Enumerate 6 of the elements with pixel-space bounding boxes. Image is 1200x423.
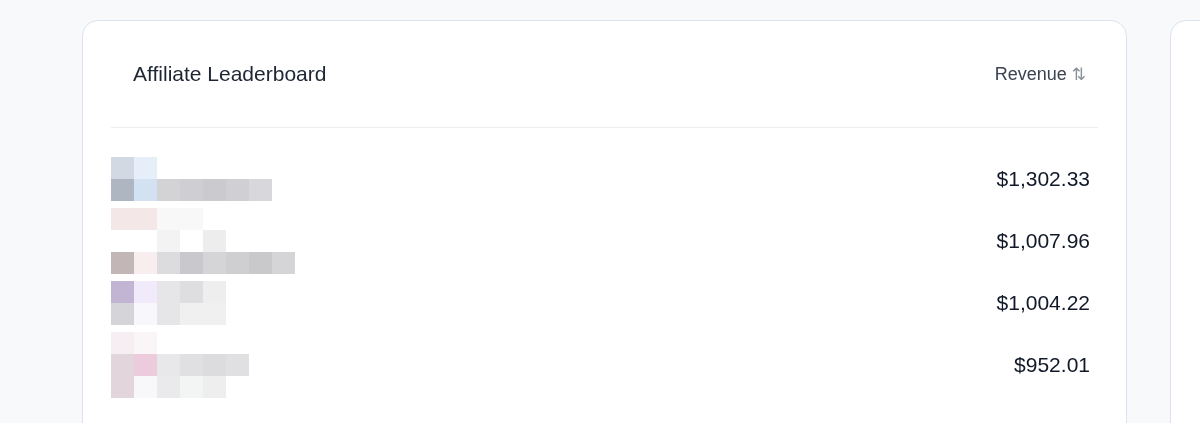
revenue-amount: $952.01: [1014, 353, 1091, 377]
revenue-amount: $1,007.96: [996, 229, 1091, 253]
revenue-amount: $1,004.22: [996, 291, 1091, 315]
revenue-amount: $1,302.33: [996, 167, 1091, 191]
sort-button[interactable]: Revenue ⇅: [994, 63, 1086, 85]
card-title: Affiliate Leaderboard: [133, 62, 327, 86]
